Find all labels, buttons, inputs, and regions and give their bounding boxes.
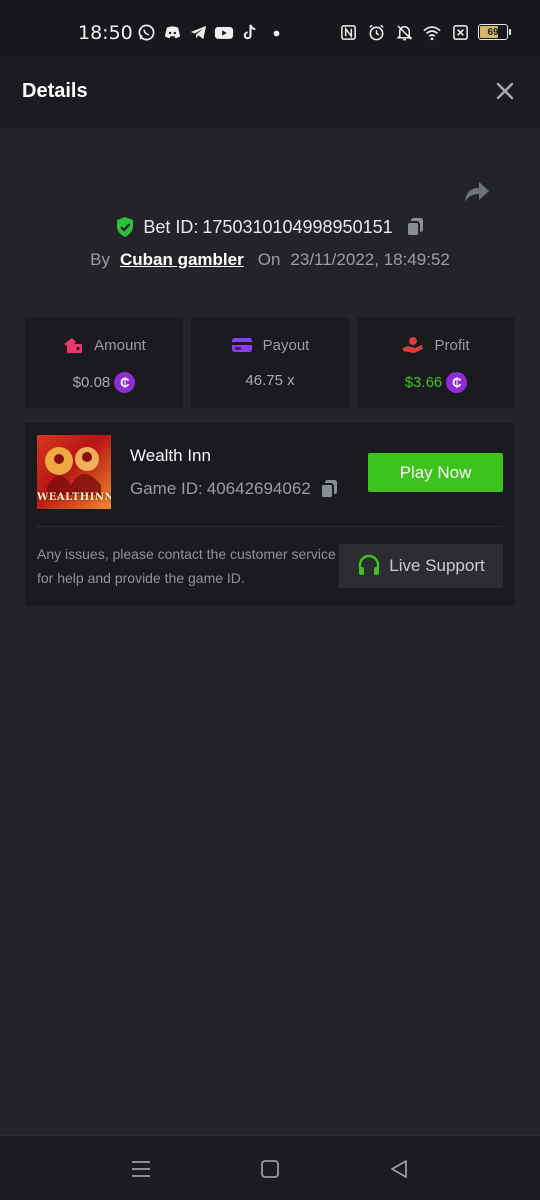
stat-payout-value: 46.75 x <box>245 372 295 389</box>
game-thumb-title: WEALTHINN <box>37 492 111 503</box>
stat-payout-label: Payout <box>262 336 310 354</box>
player-name-link[interactable]: Cuban gambler <box>120 250 244 270</box>
headset-icon <box>359 554 380 575</box>
stat-profit-label: Profit <box>434 336 470 354</box>
status-bar: 18:50 69 <box>0 0 540 56</box>
bet-datetime: 23/11/2022, 18:49:52 <box>290 250 450 269</box>
bet-id-label: Bet ID: <box>143 216 199 237</box>
discord-icon <box>162 22 182 42</box>
stat-amount-value: $0.08 <box>72 374 111 391</box>
stat-profit-value: $3.66 <box>404 374 443 391</box>
nfc-icon <box>338 22 358 42</box>
coin-icon: ₵ <box>446 372 468 393</box>
dot-icon <box>266 22 286 42</box>
wifi-icon <box>422 22 442 42</box>
bet-id-value: 1750310104998950151 <box>202 216 393 237</box>
play-now-button[interactable]: Play Now <box>368 453 503 492</box>
home-button[interactable] <box>257 1156 283 1182</box>
game-id-value: 40642694062 <box>206 479 311 498</box>
game-id-label: Game ID: <box>130 479 203 498</box>
details-header: Details <box>0 56 540 128</box>
system-icons: 69 <box>338 22 511 42</box>
copy-bet-id-button[interactable] <box>405 216 425 238</box>
amount-icon <box>64 338 83 353</box>
live-support-label: Live Support <box>389 556 485 575</box>
notification-icons <box>136 22 286 42</box>
status-time: 18:50 <box>78 22 133 44</box>
live-support-button[interactable]: Live Support <box>339 544 503 588</box>
stat-amount-label: Amount <box>94 336 146 354</box>
back-button[interactable] <box>386 1156 412 1182</box>
divider <box>37 526 503 527</box>
copy-game-id-button[interactable] <box>319 478 339 500</box>
stat-amount: Amount $0.08 ₵ <box>25 318 183 408</box>
page-title: Details <box>22 80 88 102</box>
share-button[interactable] <box>460 178 494 206</box>
home-square-icon <box>261 1160 279 1178</box>
share-icon <box>465 182 489 202</box>
system-nav-bar <box>0 1135 540 1200</box>
close-icon <box>496 82 514 100</box>
stat-profit: Profit $3.66 ₵ <box>357 318 515 408</box>
battery-level: 69 <box>487 26 499 38</box>
recents-button[interactable] <box>128 1156 154 1182</box>
telegram-icon <box>188 22 208 42</box>
shield-check-icon <box>117 217 134 237</box>
close-button[interactable] <box>492 78 518 104</box>
support-help-text: Any issues, please contact the customer … <box>37 546 336 586</box>
youtube-icon <box>214 22 234 42</box>
alarm-icon <box>366 22 386 42</box>
profit-hand-icon <box>403 337 424 353</box>
on-label: On <box>257 250 281 269</box>
copy-icon <box>405 218 423 237</box>
bet-meta-row: By Cuban gambler On 23/11/2022, 18:49:52 <box>0 250 540 270</box>
sim-icon <box>450 22 470 42</box>
back-triangle-icon <box>391 1160 407 1178</box>
payout-card-icon <box>231 338 252 352</box>
stat-payout: Payout 46.75 x <box>191 318 349 408</box>
whatsapp-icon <box>136 22 156 42</box>
game-card: WEALTHINN Wealth Inn Game ID: 4064269406… <box>25 423 515 606</box>
tiktok-icon <box>240 22 260 42</box>
game-id-row: Game ID: 40642694062 <box>130 478 339 500</box>
coin-icon: ₵ <box>114 372 136 393</box>
bet-id-row: Bet ID: 1750310104998950151 <box>0 216 540 238</box>
mute-icon <box>394 22 414 42</box>
bet-stats: Amount $0.08 ₵ Payout 46.75 x Profit $3.… <box>25 318 515 408</box>
game-name: Wealth Inn <box>130 446 211 465</box>
by-label: By <box>90 250 110 269</box>
copy-icon <box>319 480 337 499</box>
menu-icon <box>132 1161 150 1177</box>
game-thumbnail[interactable]: WEALTHINN <box>37 435 111 509</box>
battery-icon: 69 <box>478 24 511 40</box>
